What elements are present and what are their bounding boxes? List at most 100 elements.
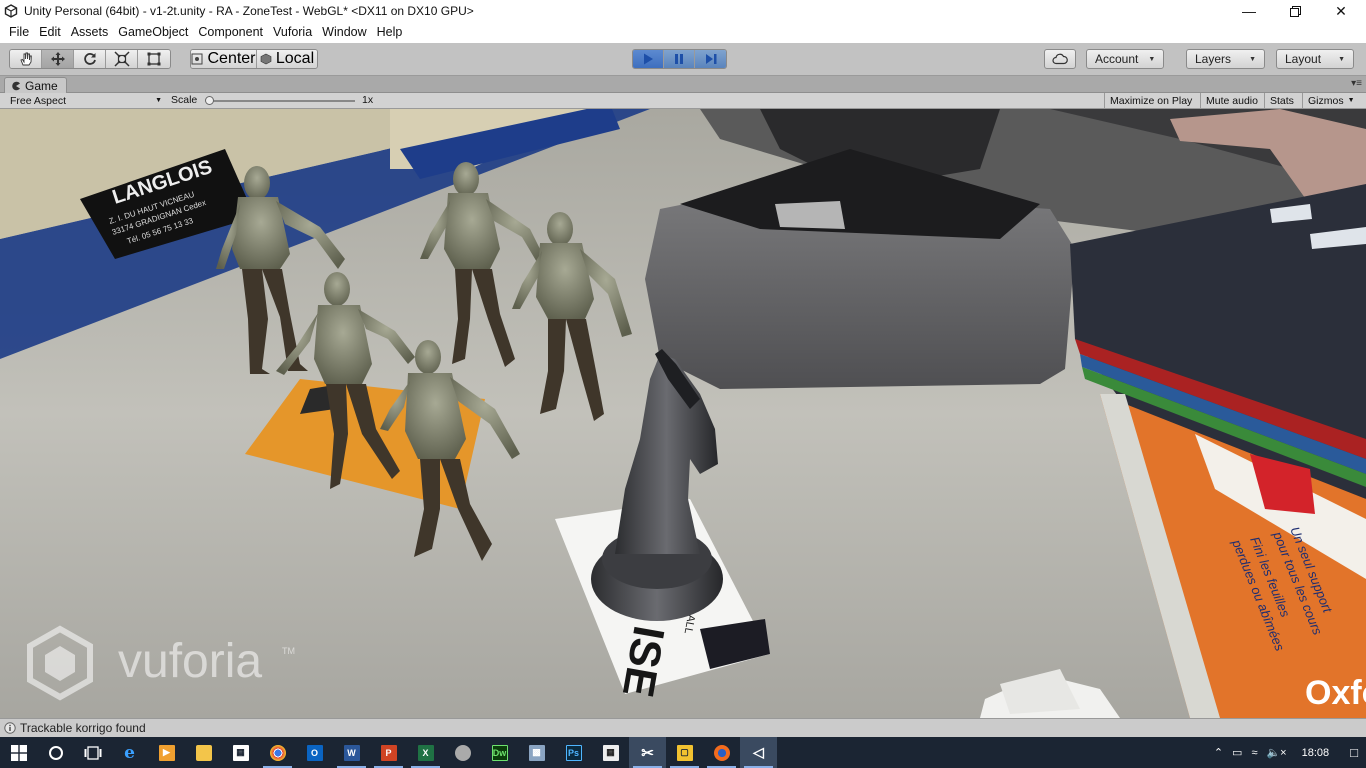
task-view-button[interactable]: [74, 737, 111, 768]
photoshop-taskbar-button[interactable]: Ps: [555, 737, 592, 768]
clock[interactable]: 18:08: [1302, 747, 1330, 759]
menu-help[interactable]: Help: [372, 22, 408, 43]
window-title: Unity Personal (64bit) - v1-2t.unity - R…: [24, 4, 474, 18]
step-button[interactable]: [695, 50, 726, 68]
dreamweaver-taskbar-button[interactable]: Dw: [481, 737, 518, 768]
game-view-viewport[interactable]: LANGLOIS Z. I. DU HAUT VICNEAU 33174 GRA…: [0, 109, 1366, 718]
menu-assets[interactable]: Assets: [66, 22, 114, 43]
word-icon: W: [343, 744, 360, 761]
scale-slider-track[interactable]: [207, 100, 355, 102]
local-cube-icon: [260, 53, 272, 65]
menu-component[interactable]: Component: [193, 22, 268, 43]
minimize-button[interactable]: —: [1226, 0, 1272, 22]
paint-taskbar-button[interactable]: [444, 737, 481, 768]
unity-icon: ◁: [753, 744, 764, 760]
menu-vuforia[interactable]: Vuforia: [268, 22, 317, 43]
aspect-dropdown[interactable]: Free Aspect ▼: [4, 93, 164, 108]
scale-value: 1x: [362, 94, 374, 106]
scale-slider-handle[interactable]: [205, 96, 214, 105]
chrome-taskbar-button[interactable]: [259, 737, 296, 768]
menu-gameobject[interactable]: GameObject: [113, 22, 193, 43]
rotate-tool-button[interactable]: [74, 50, 106, 68]
step-icon: [705, 54, 716, 64]
folder-icon: [195, 744, 212, 761]
info-icon: [4, 722, 16, 734]
pivot-center-button[interactable]: Center: [191, 50, 257, 68]
pivot-local-button[interactable]: Local: [257, 50, 317, 68]
notifications-icon[interactable]: □: [1350, 745, 1358, 760]
tab-game[interactable]: Game: [4, 77, 67, 93]
restore-button[interactable]: [1272, 0, 1318, 22]
rect-tool-button[interactable]: [138, 50, 170, 68]
close-button[interactable]: ✕: [1318, 0, 1364, 22]
aspect-label: Free Aspect: [10, 94, 67, 107]
mute-audio-toggle[interactable]: Mute audio: [1200, 93, 1263, 108]
outlook-taskbar-button[interactable]: O: [296, 737, 333, 768]
pivot-local-label: Local: [275, 50, 315, 67]
stats-toggle[interactable]: Stats: [1264, 93, 1299, 108]
word-taskbar-button[interactable]: W: [333, 737, 370, 768]
excel-taskbar-button[interactable]: X: [407, 737, 444, 768]
menu-file[interactable]: File: [4, 22, 34, 43]
photoshop-icon: Ps: [565, 744, 582, 761]
cloud-button[interactable]: [1044, 49, 1076, 69]
pivot-toggles: Center Local: [190, 49, 318, 69]
move-tool-button[interactable]: [42, 50, 74, 68]
calculator-icon: ▦: [602, 744, 619, 761]
play-icon: [644, 53, 653, 65]
menu-window[interactable]: Window: [317, 22, 371, 43]
maximize-on-play-toggle[interactable]: Maximize on Play: [1104, 93, 1197, 108]
monitor-icon: ▩: [528, 744, 545, 761]
layers-dropdown[interactable]: Layers ▼: [1186, 49, 1265, 69]
wifi-icon[interactable]: ≈: [1251, 747, 1257, 759]
monitor-taskbar-button[interactable]: ▩: [518, 737, 555, 768]
layout-label: Layout: [1285, 52, 1322, 66]
chevron-down-icon: ▼: [155, 97, 162, 104]
store-taskbar-button[interactable]: ▦: [222, 737, 259, 768]
chevron-down-icon: ▼: [1249, 55, 1256, 63]
chevron-down-icon: ▼: [1338, 55, 1345, 63]
app-taskbar-button[interactable]: ▢: [666, 737, 703, 768]
system-tray: ⌃ ▭ ≈ 🔈× 18:08 □: [1214, 737, 1366, 768]
cortana-button[interactable]: [37, 737, 74, 768]
chevron-up-icon[interactable]: ⌃: [1214, 746, 1223, 759]
window-titlebar: Unity Personal (64bit) - v1-2t.unity - R…: [0, 0, 1366, 22]
volume-mute-icon[interactable]: 🔈×: [1266, 746, 1286, 759]
start-button[interactable]: [0, 737, 37, 768]
excel-icon: X: [417, 744, 434, 761]
account-dropdown[interactable]: Account ▼: [1086, 49, 1164, 69]
layout-dropdown[interactable]: Layout ▼: [1276, 49, 1354, 69]
scale-label: Scale: [171, 94, 198, 106]
play-button[interactable]: [633, 50, 664, 68]
unity-taskbar-button[interactable]: ◁: [740, 737, 777, 768]
snipping-taskbar-button[interactable]: ✂: [629, 737, 666, 768]
transform-tools: [9, 49, 171, 69]
status-bar: Trackable korrigo found: [0, 718, 1366, 737]
media-taskbar-button[interactable]: ▶: [148, 737, 185, 768]
scale-tool-button[interactable]: [106, 50, 138, 68]
pivot-center-icon: [191, 53, 203, 65]
powerpoint-taskbar-button[interactable]: P: [370, 737, 407, 768]
rect-transform-icon: [147, 52, 161, 66]
calculator-taskbar-button[interactable]: ▦: [592, 737, 629, 768]
edge-taskbar-button[interactable]: e: [111, 737, 148, 768]
panel-menu-icon[interactable]: ▾≡: [1351, 78, 1362, 89]
gizmos-label: Gizmos: [1308, 94, 1344, 107]
store-bag-icon: ▦: [232, 744, 249, 761]
firefox-taskbar-button[interactable]: [703, 737, 740, 768]
task-view-icon: [84, 745, 101, 760]
panel-tab-strip: Game ▾≡: [0, 76, 1366, 93]
mute-label: Mute audio: [1206, 94, 1258, 107]
hand-tool-button[interactable]: [10, 50, 42, 68]
scale-icon: [113, 51, 130, 67]
gizmos-dropdown[interactable]: Gizmos ▼: [1302, 93, 1358, 108]
playback-controls: [632, 49, 727, 69]
powerpoint-icon: P: [380, 744, 397, 761]
battery-icon[interactable]: ▭: [1232, 746, 1242, 759]
scissors-icon: ✂: [641, 744, 654, 762]
menu-edit[interactable]: Edit: [34, 22, 66, 43]
pause-icon: [675, 54, 683, 64]
pause-button[interactable]: [664, 50, 695, 68]
layers-label: Layers: [1195, 52, 1232, 66]
explorer-taskbar-button[interactable]: [185, 737, 222, 768]
